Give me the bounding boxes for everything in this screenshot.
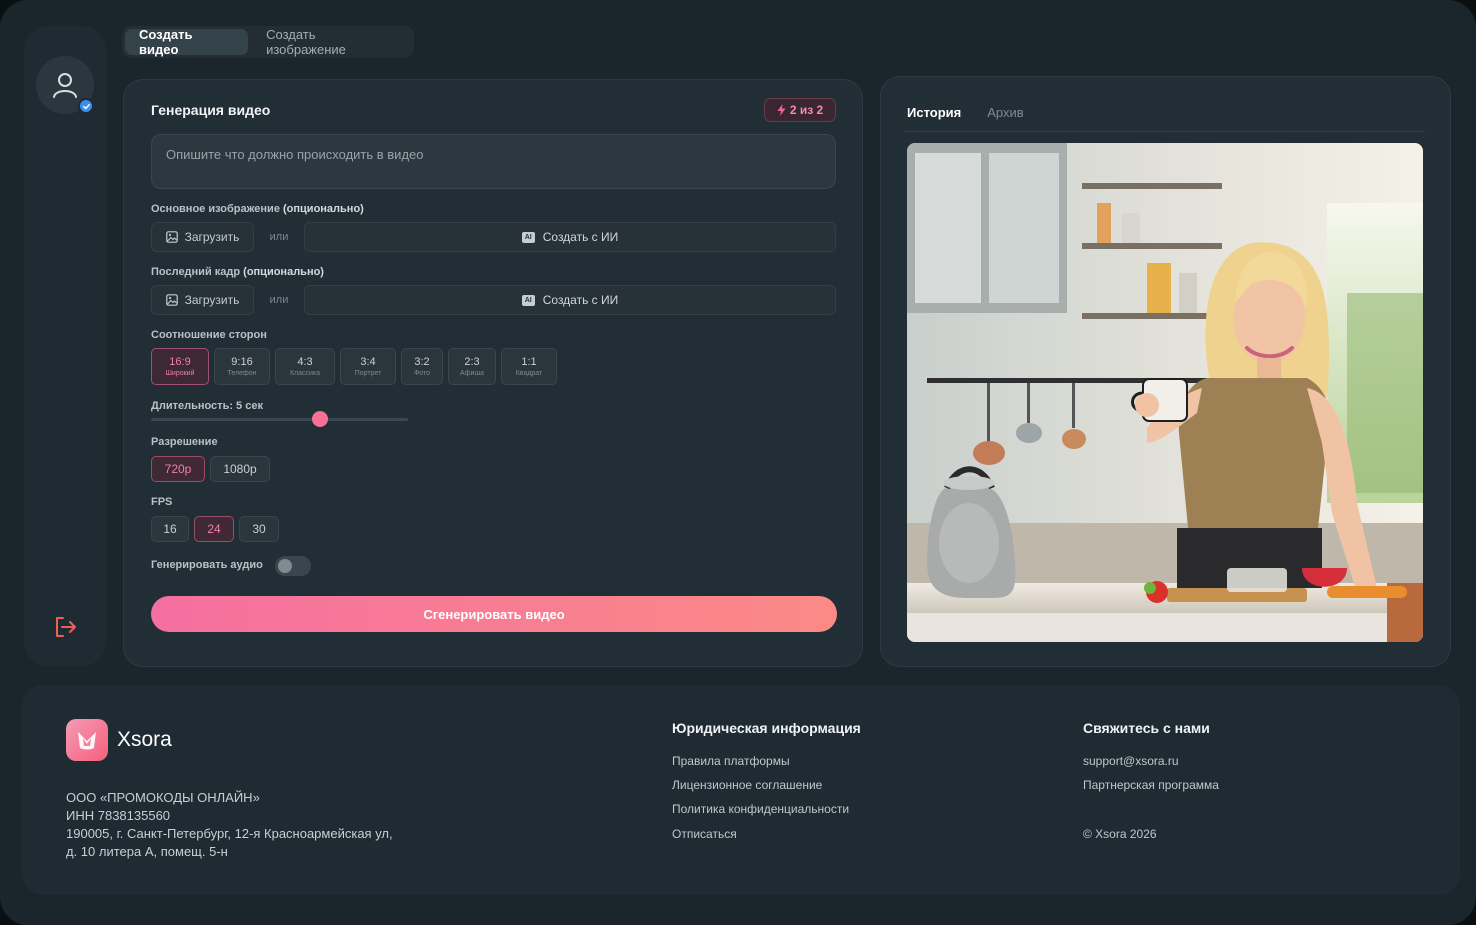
resolution-label: Разрешение <box>151 436 218 448</box>
aspect-2-3[interactable]: 2:3 Афиша <box>448 348 496 385</box>
audio-toggle[interactable] <box>275 556 311 576</box>
copyright: © Xsora 2026 <box>1083 827 1157 841</box>
credits-count: 2 из 2 <box>789 103 824 117</box>
fps-label: FPS <box>151 496 173 508</box>
history-tabs: История Архив <box>907 105 1024 120</box>
resolution-720p[interactable]: 720p <box>151 456 205 482</box>
or-label: или <box>269 231 289 243</box>
link-support-email[interactable]: support@xsora.ru <box>1083 754 1179 768</box>
credits-badge: 2 из 2 <box>764 98 836 122</box>
contact-title: Свяжитесь с нами <box>1083 720 1210 736</box>
audio-label: Генерировать аудио <box>151 559 263 571</box>
video-generation-panel: Генерация видео 2 из 2 Основное изображе… <box>123 79 863 667</box>
history-preview-image[interactable] <box>907 143 1423 642</box>
link-platform-rules[interactable]: Правила платформы <box>672 754 790 768</box>
last-frame-create-ai-button[interactable]: AI Создать с ИИ <box>304 285 836 315</box>
verified-badge-icon <box>78 98 94 114</box>
company-info: ООО «ПРОМОКОДЫ ОНЛАЙН» ИНН 7838135560 19… <box>66 790 393 859</box>
link-partner-program[interactable]: Партнерская программа <box>1083 778 1219 792</box>
or-label: или <box>269 294 289 306</box>
last-frame-label: Последний кадр (опционально) <box>151 266 324 278</box>
aspect-9-16[interactable]: 9:16 Телефон <box>214 348 270 385</box>
main-image-create-ai-button[interactable]: AI Создать с ИИ <box>304 222 836 252</box>
history-panel: История Архив <box>880 76 1451 667</box>
duration-slider-thumb[interactable] <box>312 411 328 427</box>
main-image-upload-button[interactable]: Загрузить <box>151 222 254 252</box>
sidebar <box>24 26 106 666</box>
image-icon <box>165 231 178 243</box>
tab-archive[interactable]: Архив <box>987 105 1023 120</box>
fps-options: 16 24 30 <box>151 516 279 542</box>
fps-24[interactable]: 24 <box>194 516 234 542</box>
resolution-options: 720p 1080p <box>151 456 270 482</box>
link-unsubscribe[interactable]: Отписаться <box>672 827 737 841</box>
fps-16[interactable]: 16 <box>151 516 189 542</box>
user-icon <box>53 73 77 98</box>
brand-logo-icon <box>66 719 108 761</box>
avatar[interactable] <box>36 56 94 114</box>
brand-name: Xsora <box>117 728 172 751</box>
logout-icon[interactable] <box>52 614 78 640</box>
aspect-3-2[interactable]: 3:2 Фото <box>401 348 443 385</box>
lightning-icon <box>777 104 786 116</box>
footer: Xsora ООО «ПРОМОКОДЫ ОНЛАЙН» ИНН 7838135… <box>22 685 1460 895</box>
generate-video-button[interactable]: Сгенерировать видео <box>151 596 837 632</box>
tab-create-video[interactable]: Создать видео <box>125 27 249 57</box>
duration-slider[interactable] <box>151 411 408 427</box>
audio-toggle-knob <box>278 559 292 573</box>
panel-title: Генерация видео <box>151 102 271 118</box>
fps-30[interactable]: 30 <box>239 516 279 542</box>
ai-icon: AI <box>521 231 535 243</box>
link-license-agreement[interactable]: Лицензионное соглашение <box>672 778 822 792</box>
main-image-row: Загрузить или AI Создать с ИИ <box>151 222 836 252</box>
brand[interactable]: Xsora <box>66 719 172 761</box>
image-icon <box>165 294 178 306</box>
aspect-3-4[interactable]: 3:4 Портрет <box>340 348 396 385</box>
last-frame-upload-button[interactable]: Загрузить <box>151 285 254 315</box>
mode-tabs: Создать видео Создать изображение <box>122 26 414 58</box>
aspect-4-3[interactable]: 4:3 Классика <box>275 348 335 385</box>
aspect-ratio-options: 16:9 Широкий 9:16 Телефон 4:3 Классика 3… <box>151 348 557 385</box>
aspect-ratio-label: Соотношение сторон <box>151 329 267 341</box>
aspect-1-1[interactable]: 1:1 Квадрат <box>501 348 557 385</box>
resolution-1080p[interactable]: 1080p <box>210 456 270 482</box>
app-window: Создать видео Создать изображение Генера… <box>0 0 1476 925</box>
main-image-label: Основное изображение (опционально) <box>151 203 364 215</box>
legal-title: Юридическая информация <box>672 720 861 736</box>
duration-label: Длительность: 5 сек <box>151 400 263 412</box>
kitchen-woman-photo <box>907 143 1423 642</box>
link-privacy-policy[interactable]: Политика конфиденциальности <box>672 802 849 816</box>
aspect-16-9[interactable]: 16:9 Широкий <box>151 348 209 385</box>
last-frame-row: Загрузить или AI Создать с ИИ <box>151 285 836 315</box>
divider <box>905 131 1425 132</box>
tab-history[interactable]: История <box>907 105 961 120</box>
prompt-input[interactable] <box>151 134 836 189</box>
ai-icon: AI <box>521 294 535 306</box>
tab-create-image[interactable]: Создать изображение <box>252 27 411 57</box>
